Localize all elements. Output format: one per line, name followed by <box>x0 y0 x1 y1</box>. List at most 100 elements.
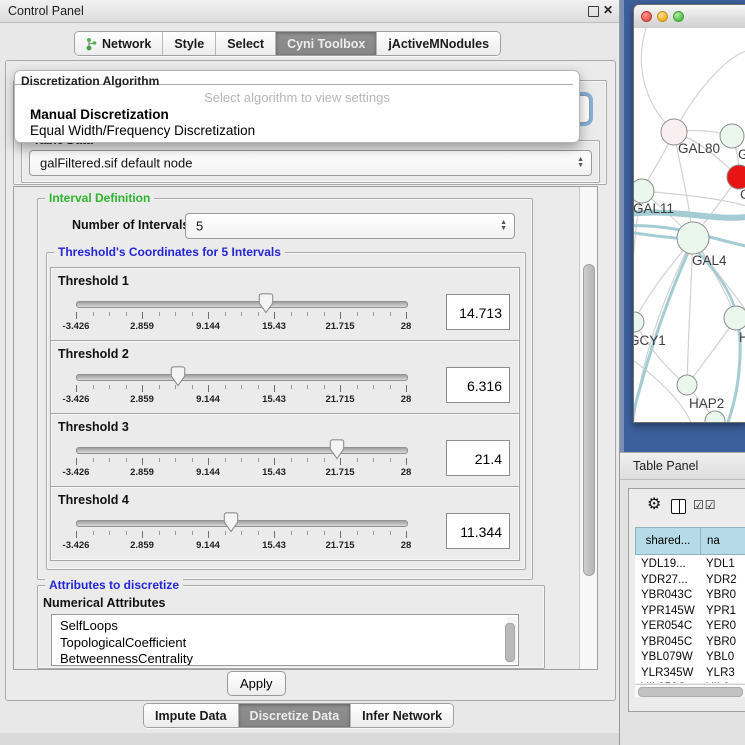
slider-tick <box>192 385 193 389</box>
slider-thumb[interactable] <box>223 512 239 533</box>
network-node-h[interactable] <box>724 306 745 330</box>
slider-thumb[interactable] <box>258 293 274 314</box>
network-node-gal4[interactable] <box>677 222 709 254</box>
combobox-stepper-icon: ▲▼ <box>500 220 507 232</box>
attribute-list-item[interactable]: BetweennessCentrality <box>52 651 518 666</box>
settings-scrollbar-thumb[interactable] <box>583 264 595 576</box>
network-node-hap2[interactable] <box>677 375 697 395</box>
table-row[interactable]: YBR043CYBR0 <box>635 588 745 604</box>
attributes-scrollbar-thumb[interactable] <box>505 623 515 662</box>
slider-thumb[interactable] <box>329 439 345 460</box>
network-edge[interactable] <box>641 28 674 132</box>
table-horizontal-scrollbar[interactable] <box>635 684 745 697</box>
slider-tick <box>192 312 193 316</box>
tab-jactivemnodules[interactable]: jActiveMNodules <box>377 32 500 55</box>
network-edge[interactable] <box>674 51 745 132</box>
slider-track[interactable] <box>76 374 408 381</box>
table-row[interactable]: YDR27...YDR2 <box>635 573 745 589</box>
tab-network[interactable]: Network <box>75 32 163 55</box>
network-node-gal11[interactable] <box>634 179 654 203</box>
slider-tick-label: 15.43 <box>262 321 286 332</box>
algorithm-option-equal-width[interactable]: Equal Width/Frequency Discretization <box>30 123 255 138</box>
minimize-traffic-light[interactable] <box>657 11 668 22</box>
slider-tick <box>159 458 160 462</box>
numerical-attributes-list[interactable]: SelfLoopsTopologicalCoefficientBetweenne… <box>51 614 519 666</box>
table-row[interactable]: YPR145WYPR1 <box>635 604 745 620</box>
slider-tick <box>390 458 391 462</box>
tab-select[interactable]: Select <box>216 32 276 55</box>
cell-name: YDR2 <box>706 574 737 586</box>
table-row[interactable]: YBL079WYBL0 <box>635 650 745 666</box>
settings-vertical-scrollbar[interactable] <box>579 187 597 669</box>
table-row[interactable]: YDL19...YDL1 <box>635 557 745 573</box>
column-header-name[interactable]: na <box>700 527 745 555</box>
attribute-list-item[interactable]: SelfLoops <box>52 618 518 635</box>
float-window-icon[interactable] <box>588 6 599 17</box>
tab-infer-network[interactable]: Infer Network <box>351 704 453 727</box>
table-row[interactable]: YER054CYER0 <box>635 619 745 635</box>
algorithm-placeholder-option[interactable]: Select algorithm to view settings <box>15 90 579 105</box>
slider-tick <box>192 458 193 462</box>
tab-impute-data[interactable]: Impute Data <box>144 704 239 727</box>
tab-discretize-data[interactable]: Discretize Data <box>239 704 352 727</box>
gear-icon[interactable]: ⚙ <box>647 497 661 513</box>
algorithm-option-manual[interactable]: Manual Discretization <box>30 107 169 122</box>
close-traffic-light[interactable] <box>641 11 652 22</box>
attribute-list-item[interactable]: TopologicalCoefficient <box>52 635 518 652</box>
cell-name: YLR3 <box>706 667 735 679</box>
apply-button[interactable]: Apply <box>227 671 286 696</box>
attributes-scrollbar[interactable] <box>507 617 517 663</box>
cell-shared-name: YIL052C <box>641 682 686 683</box>
threshold-panel-1: Threshold 1-3.4262.8599.14415.4321.71528… <box>50 267 520 342</box>
threshold-value-field[interactable]: 6.316 <box>446 367 510 403</box>
cell-name: YBR0 <box>706 636 736 648</box>
slider-tick-label: 28 <box>401 394 412 405</box>
threshold-value-field[interactable]: 11.344 <box>446 513 510 549</box>
slider-tick <box>241 531 242 535</box>
threshold-value-field[interactable]: 14.713 <box>446 294 510 330</box>
cell-name: YBR0 <box>706 589 736 601</box>
table-scrollbar-thumb[interactable] <box>638 687 743 697</box>
column-layout-icon[interactable] <box>671 499 686 514</box>
network-window-titlebar[interactable] <box>634 5 745 29</box>
slider-tick <box>307 458 308 462</box>
slider-tick <box>307 312 308 316</box>
table-data-combobox-value: galFiltered.sif default node <box>40 156 192 171</box>
slider-thumb[interactable] <box>170 366 186 387</box>
slider-track[interactable] <box>76 520 408 527</box>
network-node[interactable] <box>705 411 725 422</box>
network-canvas[interactable]: GAL80GACGAL11GAL4GCY1HHAP2 <box>634 28 745 422</box>
number-of-intervals-combobox[interactable]: 5 ▲▼ <box>185 213 515 239</box>
close-icon[interactable]: ✕ <box>603 3 613 17</box>
table-row[interactable]: YLR345WYLR3 <box>635 666 745 682</box>
threshold-value-field[interactable]: 21.4 <box>446 440 510 476</box>
slider-tick-label: 2.859 <box>130 540 154 551</box>
checkbox-icons[interactable]: ☑☑ <box>693 498 717 512</box>
slider-tick <box>406 458 407 465</box>
slider-tick-label: 9.144 <box>196 467 220 478</box>
slider-tick-label: 2.859 <box>130 467 154 478</box>
network-node-gcy1[interactable] <box>634 312 644 332</box>
slider-tick <box>291 458 292 462</box>
table-row[interactable]: YIL052CYIL0 <box>635 681 745 683</box>
table-row[interactable]: YBR045CYBR0 <box>635 635 745 651</box>
tab-cyni-toolbox[interactable]: Cyni Toolbox <box>276 32 377 55</box>
slider-tick <box>208 385 209 392</box>
table-panel-titlebar[interactable]: Table Panel <box>620 452 745 480</box>
slider-tick <box>406 312 407 319</box>
slider-track[interactable] <box>76 447 408 454</box>
column-header-shared-name[interactable]: shared... <box>635 527 701 555</box>
slider-tick <box>159 385 160 389</box>
table-data-combobox[interactable]: galFiltered.sif default node ▲▼ <box>29 150 592 176</box>
slider-tick <box>373 531 374 535</box>
slider-tick <box>324 312 325 316</box>
slider-track[interactable] <box>76 301 408 308</box>
threshold-label: Threshold 4 <box>58 493 129 507</box>
network-node-ga[interactable] <box>720 124 744 148</box>
slider-tick <box>307 385 308 389</box>
slider-tick <box>291 312 292 316</box>
tab-style[interactable]: Style <box>163 32 216 55</box>
slider-tick <box>357 531 358 535</box>
zoom-traffic-light[interactable] <box>673 11 684 22</box>
slider-tick <box>159 312 160 316</box>
